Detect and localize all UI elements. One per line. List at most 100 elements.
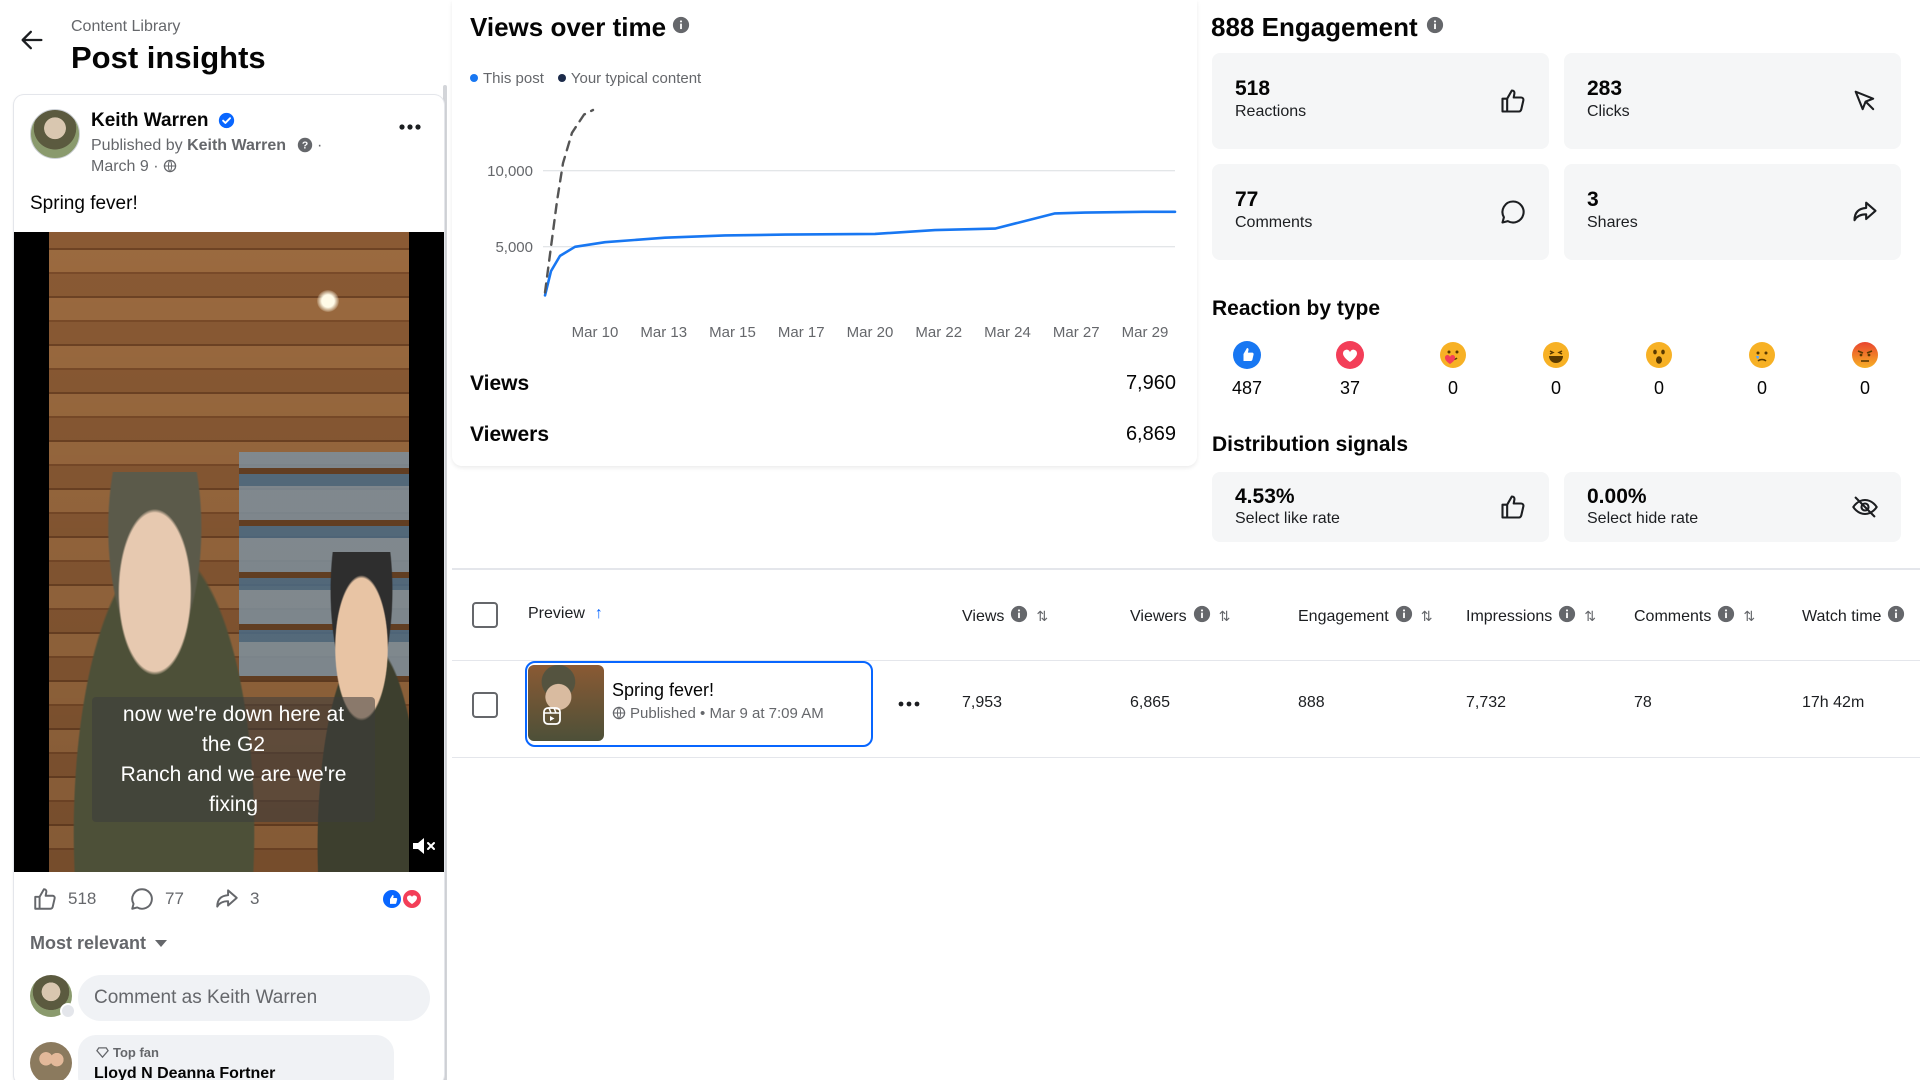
comments-card: 77 Comments <box>1212 164 1549 260</box>
clicks-card: 283 Clicks <box>1564 53 1901 149</box>
post-date[interactable]: March 9 · <box>91 158 159 175</box>
column-header-viewers[interactable]: Viewers ⇅ <box>1130 605 1230 626</box>
globe-icon <box>163 159 177 173</box>
column-header-impressions[interactable]: Impressions ⇅ <box>1466 605 1596 626</box>
top-fan-badge: Top fan <box>96 1045 159 1060</box>
reaction-care: 0 <box>1423 340 1483 399</box>
post-published-at: • Mar 9 at 7:09 AM <box>695 705 824 722</box>
views-label: Views <box>470 372 530 395</box>
series-line-typical <box>543 108 595 294</box>
comments-value: 77 <box>1235 188 1259 211</box>
post-video[interactable]: now we're down here at the G2 Ranch and … <box>14 232 444 872</box>
column-header-comments[interactable]: Comments ⇅ <box>1634 605 1755 626</box>
post-card: Keith Warren Published by Keith Warren ?… <box>14 95 444 1080</box>
commenter-name[interactable]: Lloyd N Deanna Fortner <box>94 1065 275 1080</box>
column-header-views[interactable]: Views ⇅ <box>962 605 1048 626</box>
angry-reaction-icon <box>1852 342 1878 368</box>
legend-item-typical: Your typical content <box>557 70 701 87</box>
comment-input[interactable] <box>78 975 430 1021</box>
care-reaction-icon <box>1440 342 1466 368</box>
verified-badge-icon <box>218 112 235 129</box>
ceiling-light <box>317 290 339 312</box>
sort-icon: ⇅ <box>1036 608 1049 624</box>
like-rate-value: 4.53% <box>1235 485 1295 508</box>
page-title: Post insights <box>71 40 266 75</box>
x-tick-label: Mar 17 <box>778 324 825 341</box>
column-header-label: Watch time <box>1802 608 1882 625</box>
x-tick-label: Mar 13 <box>640 324 687 341</box>
x-tick-label: Mar 29 <box>1122 324 1169 341</box>
x-tick-label: Mar 27 <box>1053 324 1100 341</box>
info-icon[interactable] <box>672 16 690 34</box>
cursor-click-icon <box>1854 90 1875 111</box>
breadcrumb[interactable]: Content Library <box>71 18 180 36</box>
post-title: Spring fever! <box>612 680 715 700</box>
clicks-value: 283 <box>1587 77 1623 100</box>
love-reaction-icon <box>1336 341 1364 369</box>
column-header-watch-time[interactable]: Watch time <box>1802 605 1905 626</box>
reaction-angry: 0 <box>1835 340 1895 399</box>
globe-icon <box>612 706 626 720</box>
mute-icon[interactable] <box>410 834 436 858</box>
author-name[interactable]: Keith Warren <box>91 110 209 132</box>
haha-reaction-icon <box>1543 342 1569 368</box>
column-header-label: Engagement <box>1298 608 1389 625</box>
reel-icon <box>543 707 561 725</box>
column-header-preview[interactable]: Preview ↑ <box>528 605 603 623</box>
reaction-like: 487 <box>1217 340 1277 399</box>
hide-rate-value: 0.00% <box>1587 485 1647 508</box>
info-icon[interactable] <box>1426 16 1444 34</box>
post-status: Published <box>630 705 696 722</box>
help-icon[interactable]: ? <box>297 137 313 153</box>
back-arrow-icon[interactable] <box>18 26 46 54</box>
info-icon[interactable] <box>1193 605 1211 623</box>
author-avatar[interactable] <box>30 109 80 159</box>
sort-icon: ⇅ <box>1218 608 1231 624</box>
reaction-summary-icons[interactable] <box>380 887 426 911</box>
shares-card: 3 Shares <box>1564 164 1901 260</box>
column-header-label: Preview <box>528 605 585 622</box>
share-button[interactable]: 3 <box>214 885 259 913</box>
more-options-icon[interactable] <box>394 117 426 137</box>
y-tick-label: 10,000 <box>487 163 533 180</box>
row-checkbox[interactable] <box>472 692 498 718</box>
info-icon[interactable] <box>1395 605 1413 623</box>
info-icon[interactable] <box>1010 605 1028 623</box>
info-icon[interactable] <box>1717 605 1735 623</box>
diamond-icon <box>96 1047 109 1059</box>
reaction-love: 37 <box>1320 340 1380 399</box>
video-caption-line: now we're down here at <box>122 703 345 726</box>
comment-button[interactable]: 77 <box>129 885 184 913</box>
like-button[interactable]: 518 <box>32 885 96 913</box>
cell-watch-time: 17h 42m <box>1802 694 1865 711</box>
comment-icon <box>1501 200 1525 224</box>
cell-comments: 78 <box>1634 694 1652 711</box>
post-thumbnail[interactable] <box>528 665 604 741</box>
reaction-count: 487 <box>1231 378 1263 398</box>
share-icon <box>1853 201 1877 222</box>
published-by-line: Published by Keith Warren ? · <box>91 137 322 155</box>
sort-label: Most relevant <box>30 933 147 953</box>
column-header-label: Views <box>962 608 1005 625</box>
reaction-count: 0 <box>1447 378 1458 398</box>
publisher-name[interactable]: Keith Warren <box>187 137 286 154</box>
sort-icon: ⇅ <box>1743 608 1756 624</box>
column-header-engagement[interactable]: Engagement ⇅ <box>1298 605 1432 626</box>
top-fan-avatar[interactable] <box>30 1042 72 1080</box>
chevron-down-icon <box>155 940 168 947</box>
sort-comments-dropdown[interactable]: Most relevant <box>30 933 168 954</box>
info-icon[interactable] <box>1887 605 1905 623</box>
avatar-switch-badge[interactable] <box>60 1003 76 1019</box>
x-tick-label: Mar 24 <box>984 324 1031 341</box>
x-tick-label: Mar 15 <box>709 324 756 341</box>
views-over-time-title: Views over time <box>470 12 667 42</box>
post-text: Spring fever! <box>30 193 138 214</box>
row-more-options-icon[interactable] <box>896 698 922 710</box>
engagement-title: 888 Engagement <box>1211 12 1418 42</box>
top-fan-label: Top fan <box>113 1045 159 1060</box>
select-all-checkbox[interactable] <box>472 602 498 628</box>
reaction-count: 0 <box>1859 378 1870 398</box>
info-icon[interactable] <box>1558 605 1576 623</box>
svg-text:?: ? <box>301 141 307 152</box>
viewers-value: 6,869 <box>1125 423 1176 445</box>
